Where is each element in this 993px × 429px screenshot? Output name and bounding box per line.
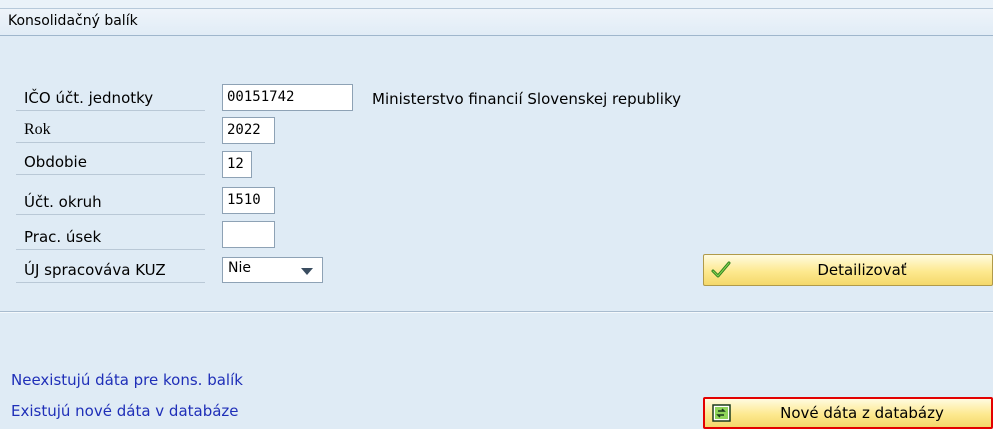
kuz-dropdown[interactable]: Nie <box>222 257 323 283</box>
label-kuz: ÚJ spracováva KUZ <box>16 259 205 283</box>
detail-button-label: Detailizovať <box>817 261 907 279</box>
label-usek: Prac. úsek <box>16 226 205 250</box>
message-no-data: Neexistujú dáta pre kons. balík <box>11 371 243 389</box>
chevron-down-icon[interactable] <box>301 268 313 275</box>
label-ico: IČO účt. jednotky <box>16 87 205 111</box>
page-title: Konsolidačný balík <box>8 13 138 29</box>
usek-input[interactable] <box>222 221 275 248</box>
new-data-button-label: Nové dáta z databázy <box>780 404 944 422</box>
new-data-button[interactable]: Nové dáta z databázy <box>703 397 993 429</box>
title-bar: Konsolidačný balík <box>0 8 993 36</box>
rok-input[interactable]: 2022 <box>222 117 275 144</box>
kuz-selected-value: Nie <box>228 260 251 276</box>
okruh-input[interactable]: 1510 <box>222 187 275 214</box>
label-obdobie: Obdobie <box>16 151 205 175</box>
section-divider <box>0 311 993 313</box>
label-okruh: Účt. okruh <box>16 191 205 215</box>
message-new-data: Existujú nové dáta v databáze <box>11 402 239 420</box>
label-rok: Rok <box>16 119 205 143</box>
ico-description: Ministerstvo financií Slovenskej republi… <box>372 90 681 108</box>
top-strip <box>0 0 993 8</box>
detail-button[interactable]: Detailizovať <box>703 254 993 286</box>
ico-input[interactable]: 00151742 <box>222 84 353 111</box>
obdobie-input[interactable]: 12 <box>222 151 252 178</box>
